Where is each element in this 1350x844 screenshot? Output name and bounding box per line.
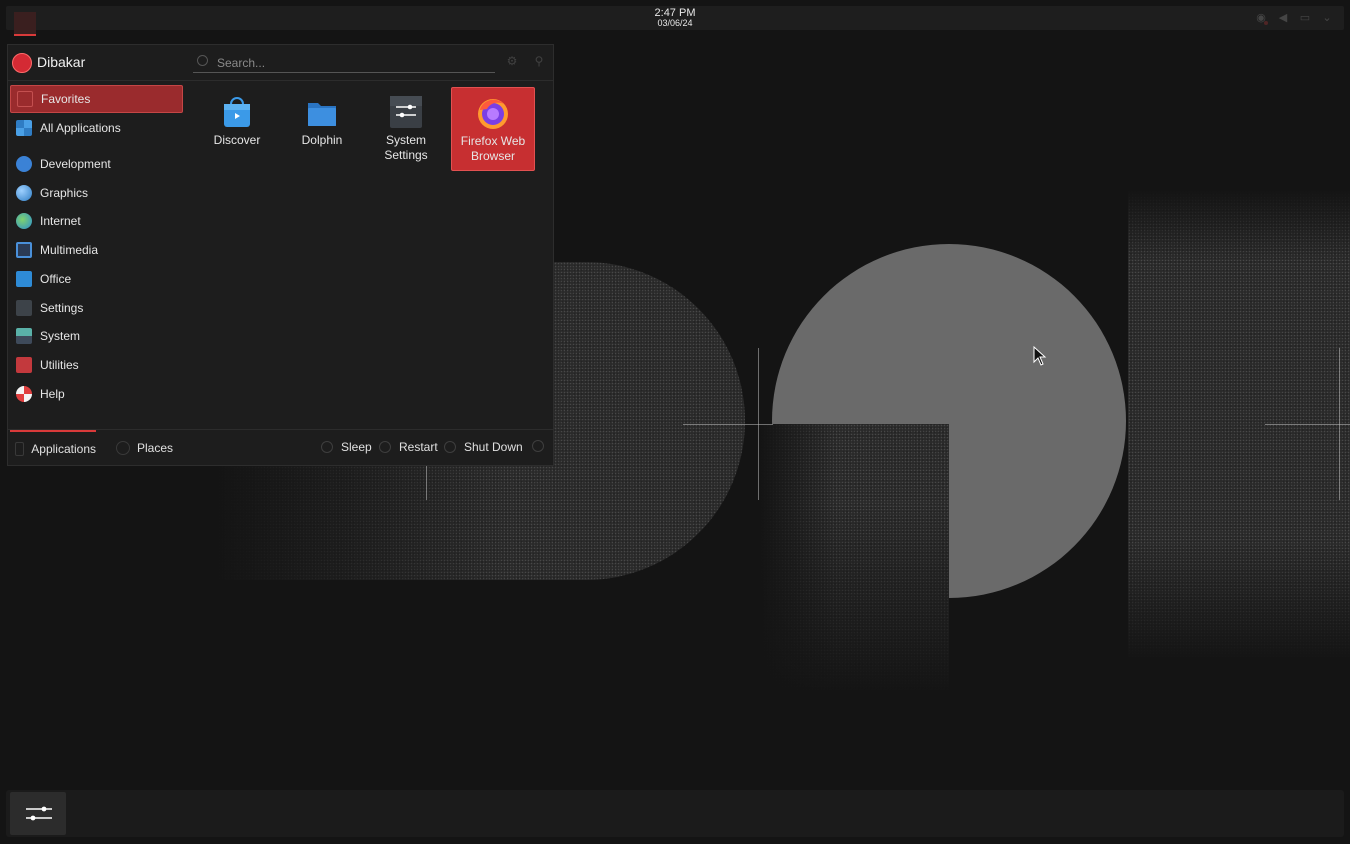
power-icon bbox=[444, 441, 456, 453]
globe-icon bbox=[16, 213, 32, 229]
tab-label: Applications bbox=[31, 441, 96, 456]
tab-applications[interactable]: Applications bbox=[10, 430, 96, 465]
display-icon[interactable]: ▭ bbox=[1298, 12, 1312, 24]
system-tray: ◉ ◀ ▭ ⌄ bbox=[1254, 12, 1334, 25]
wallpaper-line bbox=[683, 424, 773, 425]
power-label: Shut Down bbox=[464, 440, 523, 454]
sleep-icon bbox=[321, 441, 333, 453]
wallpaper-line bbox=[426, 464, 427, 500]
digital-clock[interactable]: 2:47 PM 03/06/24 bbox=[6, 7, 1344, 29]
app-tile-dolphin[interactable]: Dolphin bbox=[280, 87, 364, 171]
category-help[interactable]: Help bbox=[10, 380, 183, 408]
category-label: All Applications bbox=[40, 121, 121, 135]
user-name: Dibakar bbox=[37, 54, 86, 70]
restart-button[interactable]: Restart bbox=[379, 440, 438, 454]
category-label: Utilities bbox=[40, 358, 79, 372]
clock-date: 03/06/24 bbox=[657, 18, 693, 28]
development-icon bbox=[16, 156, 32, 172]
application-launcher-menu: Dibakar ⚙ ⚲ Favorites All Applications D… bbox=[7, 44, 554, 466]
bottom-taskbar bbox=[6, 790, 1344, 837]
category-settings[interactable]: Settings bbox=[10, 294, 183, 322]
shutdown-button[interactable]: Shut Down bbox=[444, 440, 523, 454]
category-favorites[interactable]: Favorites bbox=[10, 85, 183, 113]
category-graphics[interactable]: Graphics bbox=[10, 179, 183, 207]
settings-icon bbox=[16, 300, 32, 316]
chevron-down-icon[interactable]: ⌄ bbox=[1320, 12, 1334, 24]
discover-icon bbox=[220, 95, 254, 129]
launcher-header: Dibakar ⚙ ⚲ bbox=[8, 45, 553, 81]
top-panel: 2:47 PM 03/06/24 ◉ ◀ ▭ ⌄ bbox=[6, 6, 1344, 36]
category-utilities[interactable]: Utilities bbox=[10, 351, 183, 379]
category-development[interactable]: Development bbox=[10, 150, 183, 178]
volume-icon[interactable]: ◀ bbox=[1276, 12, 1290, 24]
tab-places[interactable]: Places bbox=[116, 430, 173, 465]
system-icon bbox=[16, 328, 32, 344]
places-icon bbox=[116, 440, 130, 455]
search-field[interactable] bbox=[193, 52, 495, 73]
grid-icon bbox=[16, 120, 32, 136]
system-settings-icon bbox=[389, 95, 423, 129]
category-system[interactable]: System bbox=[10, 322, 183, 350]
app-tile-label: Discover bbox=[213, 133, 261, 147]
tab-label: Places bbox=[137, 440, 174, 455]
app-tile-system-settings[interactable]: System Settings bbox=[364, 87, 448, 171]
firefox-icon bbox=[476, 96, 510, 130]
category-label: Office bbox=[40, 272, 72, 286]
multimedia-icon bbox=[16, 242, 32, 258]
app-tile-firefox[interactable]: Firefox Web Browser bbox=[451, 87, 535, 171]
category-label: Development bbox=[40, 157, 111, 171]
category-internet[interactable]: Internet bbox=[10, 207, 183, 235]
applications-icon bbox=[15, 441, 25, 456]
search-icon bbox=[197, 55, 208, 66]
category-label: Graphics bbox=[40, 186, 89, 200]
help-icon bbox=[16, 386, 32, 402]
task-system-settings[interactable] bbox=[10, 792, 66, 835]
category-label: Internet bbox=[40, 214, 81, 228]
favorites-icon bbox=[17, 91, 33, 107]
category-all-applications[interactable]: All Applications bbox=[10, 114, 183, 142]
category-multimedia[interactable]: Multimedia bbox=[10, 236, 183, 264]
folder-icon bbox=[305, 95, 339, 129]
user-avatar[interactable] bbox=[12, 53, 32, 73]
network-icon[interactable]: ◉ bbox=[1254, 12, 1268, 25]
clock-time: 2:47 PM bbox=[654, 7, 696, 19]
mouse-cursor-icon bbox=[1033, 346, 1047, 366]
category-label: Multimedia bbox=[40, 243, 99, 257]
pin-icon[interactable]: ⚲ bbox=[532, 54, 546, 68]
app-tile-label: Firefox Web Browser bbox=[460, 134, 526, 163]
category-label: Settings bbox=[40, 301, 84, 315]
launcher-footer: Applications Places Sleep Restart Shut D… bbox=[8, 429, 553, 466]
toolbox-icon bbox=[16, 357, 32, 373]
app-tile-label: Dolphin bbox=[301, 133, 343, 147]
restart-icon bbox=[379, 441, 391, 453]
graphics-icon bbox=[16, 185, 32, 201]
leave-icon bbox=[532, 440, 544, 452]
configure-icon[interactable]: ⚙ bbox=[505, 54, 519, 68]
office-icon bbox=[16, 271, 32, 287]
app-tile-discover[interactable]: Discover bbox=[195, 87, 279, 171]
category-label: Favorites bbox=[41, 92, 91, 106]
app-tile-label: System Settings bbox=[384, 133, 428, 162]
power-label: Restart bbox=[399, 440, 438, 454]
sleep-button[interactable]: Sleep bbox=[321, 440, 372, 454]
search-input[interactable] bbox=[215, 53, 489, 73]
wallpaper-line bbox=[1265, 424, 1350, 425]
category-label: System bbox=[40, 329, 81, 343]
leave-button[interactable] bbox=[532, 440, 544, 452]
power-label: Sleep bbox=[341, 440, 372, 454]
category-label: Help bbox=[40, 387, 65, 401]
system-settings-icon bbox=[26, 806, 52, 821]
category-office[interactable]: Office bbox=[10, 265, 183, 293]
